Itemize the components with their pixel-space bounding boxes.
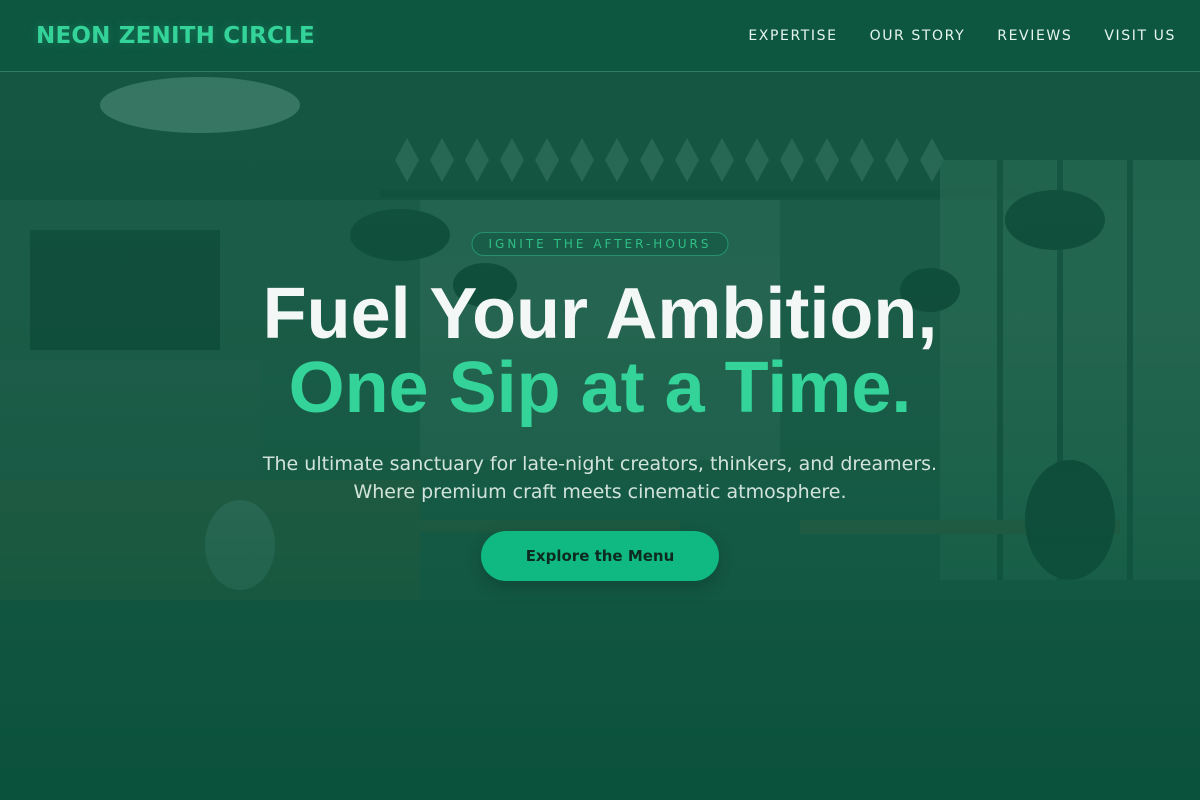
brand-logo[interactable]: NEON ZENITH CIRCLE (36, 23, 315, 49)
hero-headline-line-1: Fuel Your Ambition, (262, 274, 938, 354)
top-navigation-bar: NEON ZENITH CIRCLE EXPERTISE OUR STORY R… (0, 0, 1200, 72)
nav-link-visit-us[interactable]: VISIT US (1104, 28, 1176, 44)
nav-link-our-story[interactable]: OUR STORY (870, 28, 966, 44)
hero-headline-line-2: One Sip at a Time. (288, 348, 912, 428)
hero-subtitle: The ultimate sanctuary for late-night cr… (262, 453, 938, 503)
nav-link-reviews[interactable]: REVIEWS (997, 28, 1072, 44)
main-nav: EXPERTISE OUR STORY REVIEWS VISIT US (748, 28, 1176, 44)
landing-page: NEON ZENITH CIRCLE EXPERTISE OUR STORY R… (0, 0, 1200, 800)
hero-tagline-badge: IGNITE THE AFTER-HOURS (471, 232, 729, 256)
hero-section: IGNITE THE AFTER-HOURS Fuel Your Ambitio… (0, 72, 1200, 800)
hero-headline: Fuel Your Ambition, One Sip at a Time. (0, 277, 1200, 425)
explore-menu-button[interactable]: Explore the Menu (481, 531, 719, 581)
nav-link-expertise[interactable]: EXPERTISE (748, 28, 837, 44)
